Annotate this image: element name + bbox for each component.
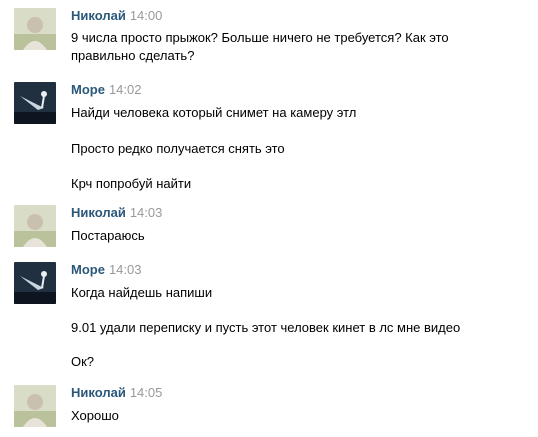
author-name[interactable]: Море 14:02: [71, 82, 142, 98]
message-text: Ок?: [71, 354, 95, 369]
message-text: Постараюсь: [71, 228, 145, 243]
message-text: Крч попробуй найти: [71, 176, 192, 191]
avatar-more[interactable]: [14, 82, 56, 124]
author-label: Николай: [71, 385, 126, 400]
author-name[interactable]: Николай 14:00: [71, 8, 162, 24]
message-time: 14:03: [129, 205, 163, 220]
message-text: Найди человека который снимет на камеру …: [71, 105, 357, 120]
author-label: Николай: [71, 8, 126, 23]
author-label: Николай: [71, 205, 126, 220]
avatar-more[interactable]: [14, 262, 56, 304]
avatar-nikolai[interactable]: [14, 385, 56, 427]
author-label: Море: [71, 82, 105, 97]
avatar-nikolai[interactable]: [14, 205, 56, 247]
message-text: 9.01 удали переписку и пусть этот челове…: [71, 320, 461, 335]
message-text: правильно сделать?: [71, 48, 195, 63]
author-name[interactable]: Море 14:03: [71, 262, 142, 278]
message-time: 14:03: [108, 262, 142, 277]
author-name[interactable]: Николай 14:03: [71, 205, 162, 221]
message-text: Просто редко получается снять это: [71, 141, 285, 156]
author-name[interactable]: Николай 14:05: [71, 385, 162, 401]
message-text: 9 числа просто прыжок? Больше ничего не …: [71, 30, 449, 45]
message-text: Когда найдешь напиши: [71, 285, 213, 300]
author-label: Море: [71, 262, 105, 277]
message-time: 14:05: [129, 385, 163, 400]
message-time: 14:00: [129, 8, 163, 23]
message-text: Хорошо: [71, 408, 119, 423]
avatar-nikolai[interactable]: [14, 8, 56, 50]
message-time: 14:02: [108, 82, 142, 97]
